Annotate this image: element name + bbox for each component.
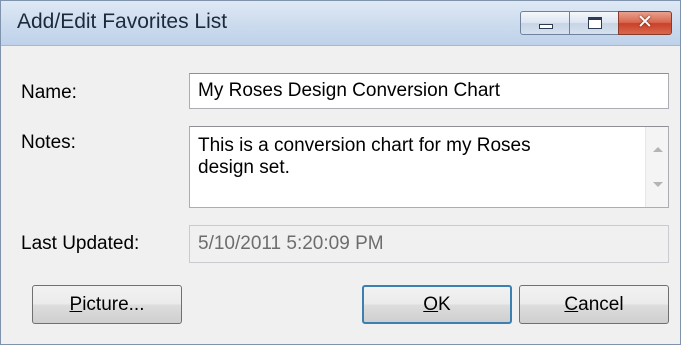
- minimize-icon: [539, 24, 553, 29]
- title-bar[interactable]: Add/Edit Favorites List ✕: [1, 1, 680, 46]
- ok-button-mnemonic: O: [423, 294, 439, 315]
- ok-button-label: K: [438, 294, 451, 315]
- notes-field-value: This is a conversion chart for my Roses …: [198, 135, 531, 178]
- notes-label: Notes:: [21, 132, 76, 153]
- picture-button-label: icture...: [82, 294, 145, 315]
- caption-buttons: ✕: [520, 11, 672, 37]
- name-field[interactable]: My Roses Design Conversion Chart: [189, 73, 669, 109]
- cancel-button-mnemonic: C: [564, 294, 579, 315]
- picture-button[interactable]: Picture...: [32, 285, 182, 324]
- scroll-down-icon[interactable]: [653, 182, 663, 187]
- name-field-value: My Roses Design Conversion Chart: [198, 80, 501, 101]
- last-updated-value: 5/10/2011 5:20:09 PM: [198, 233, 384, 254]
- maximize-button[interactable]: [569, 11, 619, 35]
- minimize-button[interactable]: [520, 11, 570, 35]
- picture-button-mnemonic: P: [69, 294, 83, 315]
- last-updated-field: 5/10/2011 5:20:09 PM: [189, 225, 669, 263]
- cancel-button[interactable]: Cancel: [519, 285, 669, 324]
- close-icon: ✕: [637, 11, 653, 33]
- ok-button[interactable]: OK: [362, 285, 512, 324]
- last-updated-label: Last Updated:: [21, 233, 140, 254]
- maximize-icon: [588, 17, 602, 29]
- dialog-window: Add/Edit Favorites List ✕ Name: My Roses…: [0, 0, 681, 345]
- notes-scrollbar[interactable]: [645, 127, 668, 207]
- scroll-up-icon[interactable]: [653, 147, 663, 152]
- close-button[interactable]: ✕: [618, 11, 672, 35]
- notes-field[interactable]: This is a conversion chart for my Roses …: [189, 126, 669, 208]
- window-title: Add/Edit Favorites List: [17, 10, 228, 33]
- cancel-button-label: ancel: [578, 294, 624, 315]
- name-label: Name:: [21, 82, 77, 103]
